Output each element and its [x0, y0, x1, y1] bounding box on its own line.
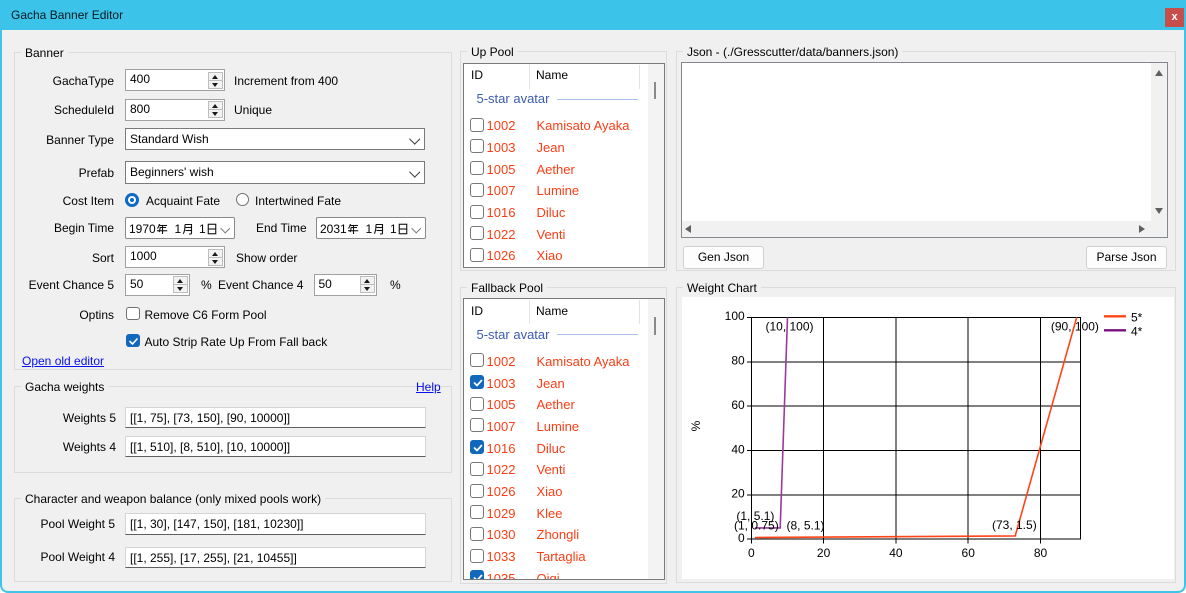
- svg-text:0: 0: [738, 531, 745, 545]
- svg-text:20: 20: [731, 486, 745, 500]
- svg-text:100: 100: [725, 309, 745, 323]
- svg-text:60: 60: [962, 546, 976, 560]
- svg-text:0: 0: [748, 546, 755, 560]
- svg-text:40: 40: [889, 546, 903, 560]
- svg-text:(1, 0.75): (1, 0.75): [734, 518, 779, 532]
- svg-text:(90, 100): (90, 100): [1051, 319, 1099, 333]
- svg-text:40: 40: [731, 442, 745, 456]
- svg-text:(8, 5.1): (8, 5.1): [787, 518, 825, 532]
- svg-text:(10, 100): (10, 100): [766, 319, 814, 333]
- svg-text:4*: 4*: [1131, 324, 1143, 338]
- svg-text:(73, 1.5): (73, 1.5): [992, 518, 1037, 532]
- svg-text:60: 60: [731, 397, 745, 411]
- svg-text:80: 80: [731, 353, 745, 367]
- svg-text:80: 80: [1034, 546, 1048, 560]
- svg-text:%: %: [689, 420, 703, 431]
- svg-text:5*: 5*: [1131, 310, 1143, 324]
- svg-text:20: 20: [817, 546, 831, 560]
